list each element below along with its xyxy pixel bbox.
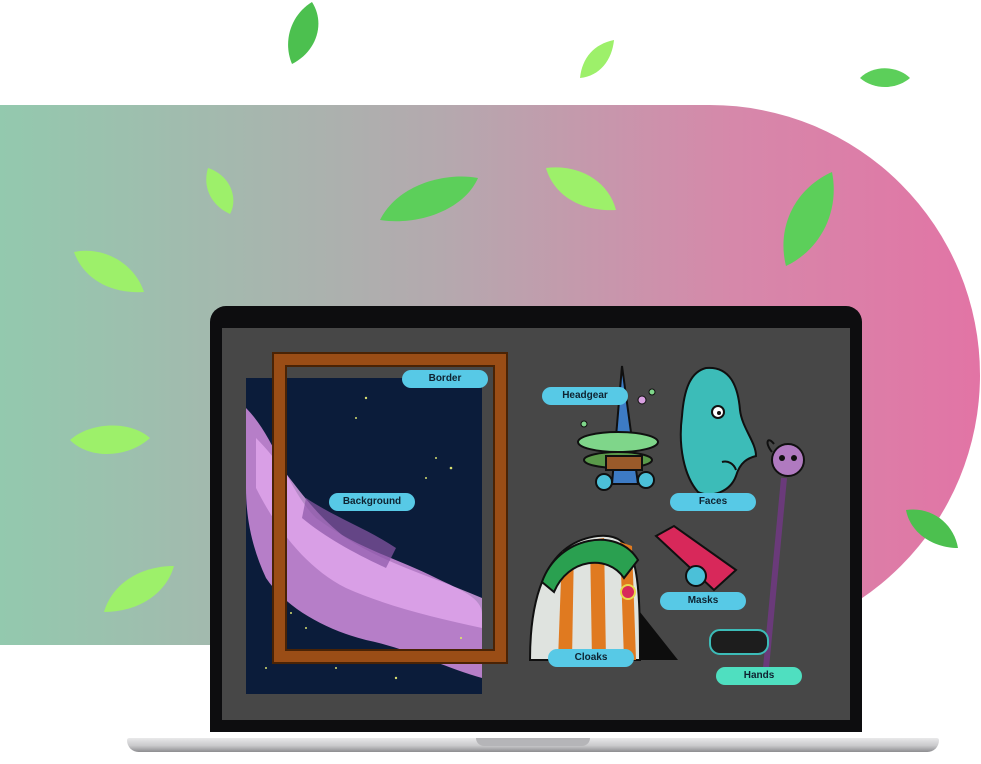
background-label: Background bbox=[329, 493, 415, 511]
leaf-icon bbox=[860, 68, 910, 87]
cloaks-label: Cloaks bbox=[548, 649, 634, 667]
leaf-icon bbox=[546, 167, 616, 211]
leaf-icon bbox=[74, 250, 144, 293]
leaf-icon bbox=[70, 425, 150, 455]
leaf-icon bbox=[104, 566, 174, 612]
leaf-icon bbox=[580, 40, 614, 78]
border-label: Border bbox=[402, 370, 488, 388]
hands-label: Hands bbox=[716, 667, 802, 685]
leaf-icon bbox=[206, 168, 234, 214]
leaf-icon bbox=[380, 176, 478, 222]
headgear-label: Headgear bbox=[542, 387, 628, 405]
leaf-icon bbox=[288, 2, 319, 64]
headgear-illustration[interactable] bbox=[572, 364, 668, 504]
leaf-icon bbox=[906, 509, 958, 548]
faces-label: Faces bbox=[670, 493, 756, 511]
laptop-notch bbox=[476, 738, 590, 746]
leaf-icon bbox=[783, 172, 834, 266]
laptop-screen: Border Background Headgear Faces Masks C… bbox=[222, 328, 850, 720]
cloak-illustration[interactable] bbox=[528, 532, 678, 662]
masks-label: Masks bbox=[660, 592, 746, 610]
